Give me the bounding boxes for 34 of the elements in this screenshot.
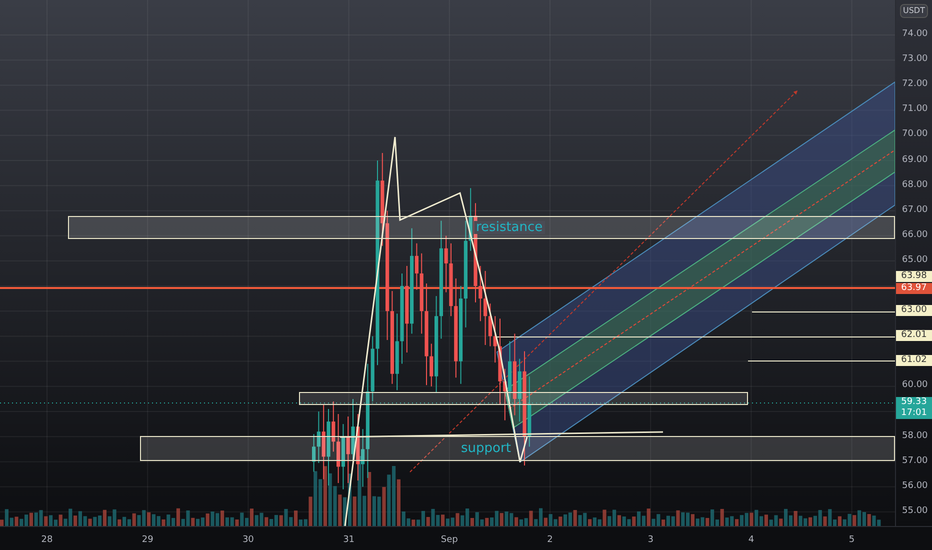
time-label: Sep xyxy=(440,534,458,547)
price-tick: 71.00 xyxy=(902,105,928,114)
price-tick: 65.00 xyxy=(902,256,928,265)
price-tick: 60.00 xyxy=(902,381,928,390)
time-label: 29 xyxy=(142,534,154,547)
price-tick: 56.00 xyxy=(902,482,928,491)
price-tick: 66.00 xyxy=(902,230,928,240)
price-badge: 61.02 xyxy=(896,354,932,366)
zone-label: resistance xyxy=(474,221,545,234)
price-tick: 70.00 xyxy=(902,130,928,140)
time-label: 31 xyxy=(343,534,355,547)
time-label: 4 xyxy=(748,534,754,547)
price-tick: 74.00 xyxy=(902,30,928,39)
currency-label[interactable]: USDT xyxy=(900,4,928,18)
price-tick: 73.00 xyxy=(902,55,928,64)
price-tick: 58.00 xyxy=(902,432,928,441)
price-badge: 63.97 xyxy=(896,282,932,294)
zone-label: support xyxy=(461,442,511,455)
price-tick: 67.00 xyxy=(902,206,928,215)
time-label: 28 xyxy=(41,534,53,547)
time-label: 30 xyxy=(242,534,254,547)
price-tick: 72.00 xyxy=(902,80,928,90)
price-tick: 55.00 xyxy=(902,506,928,516)
price-tick: 69.00 xyxy=(902,156,928,164)
price-tick: 68.00 xyxy=(902,180,928,190)
time-label: 3 xyxy=(648,534,654,547)
price-badge: 63.98 xyxy=(896,270,932,282)
countdown-label: 17:01 xyxy=(901,408,927,420)
price-badge: 59.33 17:01 xyxy=(896,397,932,420)
price-badge: 62.01 xyxy=(896,330,932,341)
price-badge: 63.00 xyxy=(896,305,932,316)
price-tick: 57.00 xyxy=(902,456,928,466)
time-label: 5 xyxy=(848,534,855,547)
time-label: 2 xyxy=(547,534,553,547)
